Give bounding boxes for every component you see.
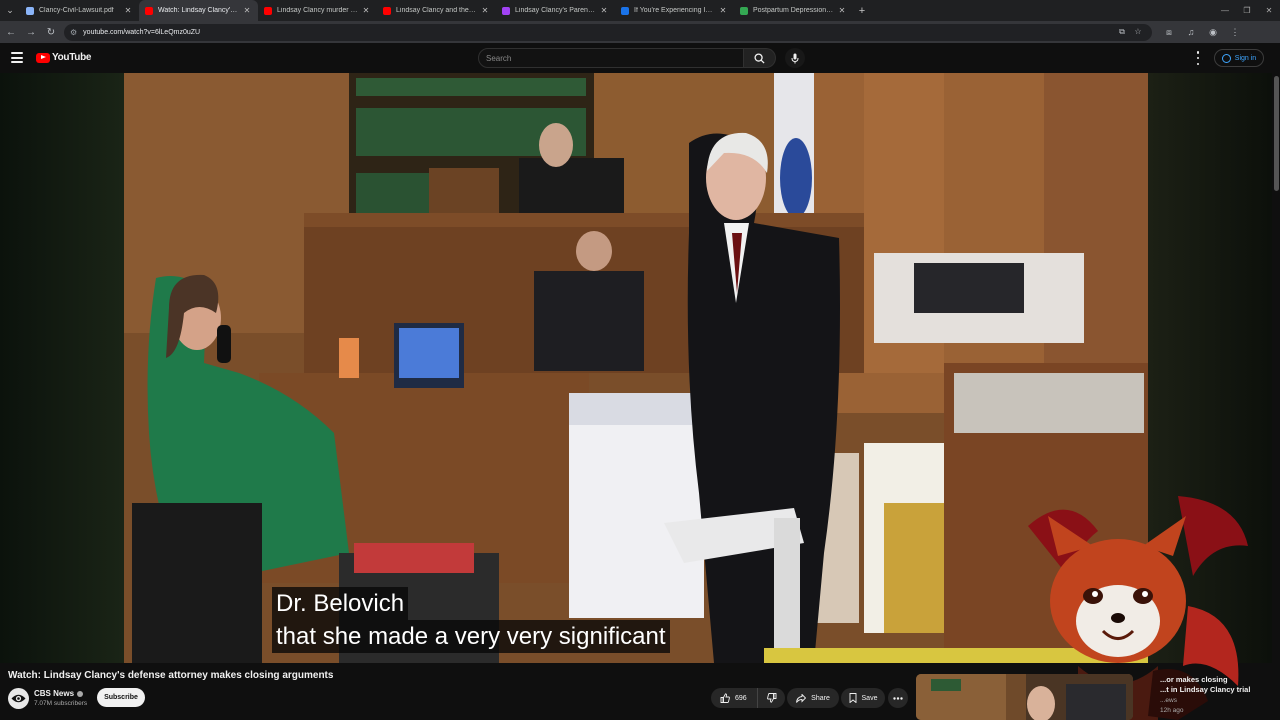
ambient-glow-left <box>0 73 124 663</box>
extensions-icon[interactable]: ⧈ <box>1158 27 1180 38</box>
search-icon <box>754 52 765 64</box>
bookmark-star-icon[interactable]: ☆ <box>1130 27 1146 37</box>
tab-close-icon[interactable]: ✕ <box>123 6 133 15</box>
like-button[interactable]: 696 <box>711 688 758 708</box>
youtube-play-icon <box>36 52 50 63</box>
browser-toolbar: ← → ↻ ⚙ youtube.com/watch?v=6lLeQmz0uZU … <box>0 21 1280 43</box>
caption-line-1: Dr. Belovich <box>272 587 409 620</box>
tab-title[interactable]: Lindsay Clancy murder trial: Pro <box>277 7 358 14</box>
sign-in-button[interactable]: Sign in <box>1214 49 1264 67</box>
tab-close-icon[interactable]: ✕ <box>361 6 371 15</box>
related-video-title[interactable]: ...or makes closing ...t in Lindsay Clan… <box>1160 675 1265 695</box>
caption-line-2: that she made a very very significant <box>272 620 670 653</box>
minimize-icon[interactable]: — <box>1214 0 1236 21</box>
video-frame-courtroom[interactable] <box>124 73 1148 663</box>
back-icon[interactable]: ← <box>2 21 20 43</box>
profile-icon[interactable]: ◉ <box>1202 27 1224 38</box>
youtube-logo[interactable]: YouTube <box>36 52 92 63</box>
guide-menu-icon[interactable] <box>11 52 23 63</box>
like-count: 696 <box>735 694 747 702</box>
youtube-icon <box>264 6 272 15</box>
subscriber-count: 7.07M subscribers <box>34 700 88 707</box>
tab-title[interactable]: Watch: Lindsay Clancy's defe <box>158 7 239 14</box>
tab-title[interactable]: Lindsay Clancy and the Evidenc <box>396 7 477 14</box>
verified-icon <box>77 690 84 697</box>
youtube-header: YouTube Sign in <box>0 43 1280 73</box>
tab-title[interactable]: Lindsay Clancy's Parents' $1 Mi <box>515 7 596 14</box>
site-info-icon[interactable]: ⚙ <box>70 28 77 37</box>
reload-icon[interactable]: ↻ <box>42 21 60 43</box>
cbs-eye-logo-icon <box>11 694 26 703</box>
share-arrow-icon <box>796 693 807 703</box>
microphone-icon <box>791 53 799 63</box>
address-bar[interactable]: ⚙ youtube.com/watch?v=6lLeQmz0uZU ⧉ ☆ <box>64 23 1152 41</box>
browser-tab[interactable]: Lindsay Clancy's Parents' $1 Mi✕ <box>496 0 615 21</box>
save-button[interactable]: Save <box>841 688 885 708</box>
tab-close-icon[interactable]: ✕ <box>242 6 252 15</box>
like-dislike-group: 696 <box>711 688 785 708</box>
url-text[interactable]: youtube.com/watch?v=6lLeQmz0uZU <box>83 29 200 36</box>
voice-search-button[interactable] <box>785 48 805 68</box>
related-video-thumbnail[interactable] <box>916 674 1133 720</box>
bookmark-icon <box>849 693 856 703</box>
window-controls: — ❐ ✕ <box>1214 0 1280 21</box>
browser-tab[interactable]: Clancy-Civil-Lawsuit.pdf ✕ <box>20 0 139 21</box>
thumbs-up-icon <box>720 693 730 703</box>
web-icon <box>740 6 748 15</box>
tab-close-icon[interactable]: ✕ <box>599 6 609 15</box>
tab-title[interactable]: If You're Experiencing Intrusive <box>634 7 715 14</box>
browser-menu-icon[interactable]: ⋮ <box>1224 27 1246 38</box>
thumbs-down-icon <box>766 693 776 703</box>
browser-tab[interactable]: Lindsay Clancy and the Evidenc✕ <box>377 0 496 21</box>
browser-tab[interactable]: Watch: Lindsay Clancy's defe✕ <box>139 0 258 21</box>
maximize-icon[interactable]: ❐ <box>1236 0 1258 21</box>
subscribe-button[interactable]: Subscribe <box>97 688 145 707</box>
settings-menu-icon[interactable] <box>1192 51 1204 65</box>
dislike-button[interactable] <box>758 693 785 703</box>
page-scrollbar-thumb[interactable] <box>1274 76 1279 191</box>
media-control-icon[interactable]: ♫ <box>1180 27 1202 38</box>
web-icon <box>621 6 629 15</box>
youtube-icon <box>383 6 391 15</box>
pdf-icon <box>26 6 34 15</box>
tab-close-icon[interactable]: ✕ <box>480 6 490 15</box>
captions: Dr. Belovich that she made a very very s… <box>272 587 670 653</box>
forward-icon[interactable]: → <box>22 21 40 43</box>
youtube-icon <box>145 6 153 15</box>
tab-close-icon[interactable]: ✕ <box>718 6 728 15</box>
install-icon[interactable]: ⧉ <box>1114 27 1130 37</box>
browser-tab[interactable]: Lindsay Clancy murder trial: Pro✕ <box>258 0 377 21</box>
tab-title[interactable]: Postpartum Depression (PPD): <box>753 7 834 14</box>
channel-avatar[interactable] <box>8 688 29 709</box>
related-video-age: 12h ago <box>1160 707 1184 714</box>
search-button[interactable] <box>744 48 776 68</box>
pdf-icon <box>502 6 510 15</box>
more-actions-button[interactable] <box>888 688 908 708</box>
account-icon <box>1221 53 1231 63</box>
related-thumbnail-image <box>916 674 1133 720</box>
new-tab-button[interactable]: + <box>853 5 871 17</box>
close-window-icon[interactable]: ✕ <box>1258 0 1280 21</box>
video-title: Watch: Lindsay Clancy's defense attorney… <box>8 670 334 681</box>
browser-tab-bar: ⌄ Clancy-Civil-Lawsuit.pdf ✕ Watch: Lindsa… <box>0 0 1280 21</box>
more-horizontal-icon <box>893 696 903 700</box>
share-button[interactable]: Share <box>787 688 839 708</box>
search-box <box>478 48 776 68</box>
channel-name[interactable]: CBS News <box>34 689 84 698</box>
search-input[interactable] <box>478 48 745 68</box>
tab-close-icon[interactable]: ✕ <box>837 6 847 15</box>
tab-title[interactable]: Clancy-Civil-Lawsuit.pdf <box>39 7 120 14</box>
browser-tab[interactable]: Postpartum Depression (PPD):✕ <box>734 0 853 21</box>
tab-search-icon[interactable]: ⌄ <box>0 0 20 21</box>
related-video-channel: ...ews <box>1160 697 1177 704</box>
browser-tab[interactable]: If You're Experiencing Intrusive✕ <box>615 0 734 21</box>
